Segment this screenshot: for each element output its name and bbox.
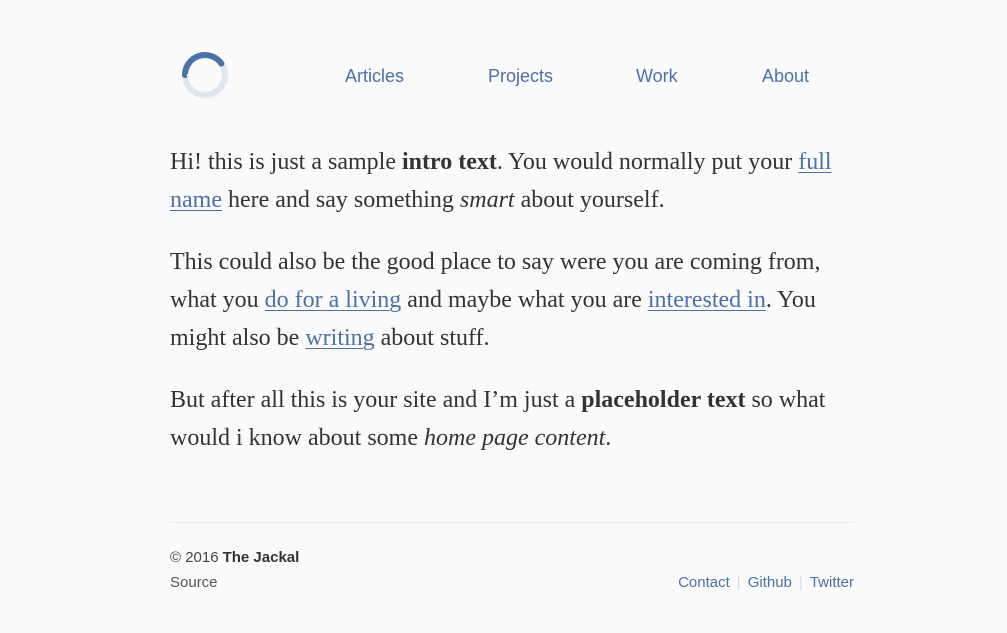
contact-link[interactable]: Contact [678,574,730,591]
c-circle-logo-icon [182,52,228,98]
nav-link-projects[interactable]: Projects [488,64,553,88]
writing-link[interactable]: writing [305,325,374,351]
intro-content: Hi! this is just a sample intro text. Yo… [170,143,860,481]
intro-text: Hi! this is just a sample [170,149,402,175]
nav-link-work[interactable]: Work [636,64,678,88]
intro-text: . [605,425,612,451]
intro-text: . You would normally put your [496,149,799,175]
copyright: © 2016 The Jackal [170,549,299,566]
intro-text: here and say something [221,187,460,213]
intro-text: and maybe what you are [401,287,648,313]
footer-separator: | [798,574,803,591]
intro-italic-text: smart [459,187,515,213]
intro-text: about yourself. [514,187,665,213]
intro-paragraph-1: Hi! this is just a sample intro text. Yo… [170,143,860,219]
nav-link-articles[interactable]: Articles [345,64,404,88]
do-for-a-living-link[interactable]: do for a living [265,287,402,313]
github-link[interactable]: Github [748,574,792,591]
intro-bold-text: intro text [401,149,497,175]
nav-link-about[interactable]: About [762,64,809,88]
footer-separator: | [736,574,741,591]
site-footer: © 2016 The Jackal Source Contact | Github | T… [170,549,854,599]
intro-italic-text: home page content [423,425,606,451]
intro-bold-text: placeholder text [581,387,746,413]
intro-text: But after all this is your site and I’m … [170,387,582,413]
author-name: The Jackal [222,549,300,566]
intro-text: about stuff. [374,325,490,351]
site-logo[interactable] [180,48,232,104]
twitter-link[interactable]: Twitter [810,574,854,591]
footer-links: Contact | Github | Twitter [678,574,854,591]
interested-in-link[interactable]: interested in [648,287,766,313]
footer-divider [170,522,854,523]
source-link[interactable]: Source [170,574,218,591]
intro-paragraph-3: But after all this is your site and I’m … [170,381,860,457]
intro-paragraph-2: This could also be the good place to say… [170,243,860,357]
copyright-text: © 2016 [170,549,219,566]
